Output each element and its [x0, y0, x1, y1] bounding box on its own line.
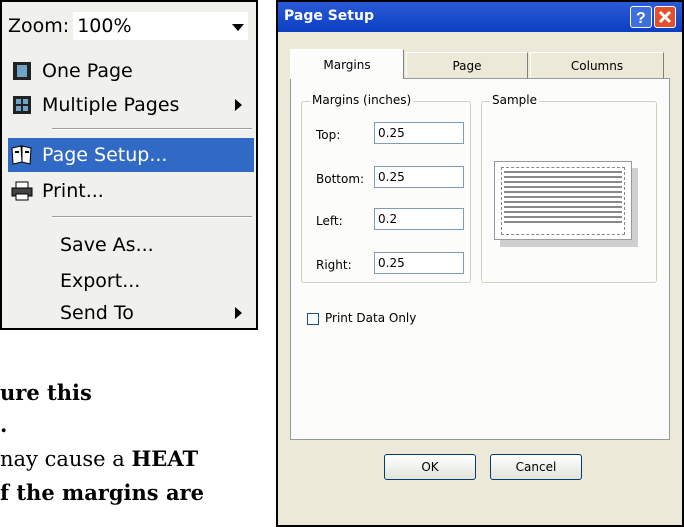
tab-columns[interactable]: Columns [530, 52, 664, 78]
field-value: 0.25 [378, 170, 405, 184]
tab-page[interactable]: Page [406, 52, 528, 78]
bottom-label: Bottom: [316, 172, 365, 186]
caption-line-3: nay cause a HEAT [0, 446, 198, 471]
close-icon [658, 10, 672, 24]
print-data-only-checkbox[interactable] [307, 313, 319, 325]
menu-item-label: Print... [42, 180, 104, 202]
menu-item-label: Multiple Pages [42, 94, 180, 116]
right-label: Right: [316, 258, 352, 272]
menu-item-label: Page Setup... [42, 144, 168, 166]
sample-page-preview [494, 161, 632, 240]
right-margin-input[interactable]: 0.25 [374, 252, 464, 274]
top-label: Top: [316, 128, 341, 142]
menu-item-page-setup[interactable]: Page Setup... [8, 138, 254, 172]
multiple-pages-icon [8, 91, 36, 119]
field-value: 0.25 [378, 256, 405, 270]
close-button[interactable] [654, 6, 676, 28]
tab-margins[interactable]: Margins [290, 49, 404, 79]
dialog-title: Page Setup [284, 8, 374, 24]
top-margin-input[interactable]: 0.25 [374, 122, 464, 144]
menu-item-print[interactable]: Print... [8, 174, 254, 208]
menu-item-label: Export... [60, 270, 141, 292]
help-button[interactable]: ? [630, 6, 652, 28]
one-page-icon [8, 57, 36, 85]
left-label: Left: [316, 214, 343, 228]
menu-item-label: One Page [42, 60, 133, 82]
ok-button[interactable]: OK [384, 454, 476, 480]
caption-emphasis: HEAT [131, 446, 199, 471]
print-data-only-label: Print Data Only [325, 311, 417, 325]
zoom-select[interactable]: 100% [73, 12, 248, 40]
caption-line-1: ure this [0, 380, 92, 405]
caption-text: nay cause a [0, 447, 132, 471]
menu-item-label: Save As... [60, 234, 154, 256]
menu-item-send-to[interactable]: Send To [8, 296, 254, 330]
zoom-control[interactable]: Zoom: 100% [8, 10, 248, 42]
cancel-button[interactable]: Cancel [490, 454, 582, 480]
menu-item-label: Send To [60, 302, 134, 324]
menu-separator [52, 216, 252, 218]
submenu-arrow-icon [235, 307, 242, 319]
field-value: 0.25 [378, 126, 405, 140]
button-label: OK [421, 460, 439, 474]
menu-item-multiple-pages[interactable]: Multiple Pages [8, 88, 254, 122]
sample-margin-outline [501, 167, 625, 235]
dropdown-arrow-icon[interactable] [232, 24, 244, 31]
menu-item-save-as[interactable]: Save As... [8, 228, 254, 262]
menu-separator [52, 128, 252, 130]
zoom-label: Zoom: [8, 15, 70, 37]
page-setup-dialog: Page Setup ? Margins Page Columns Margin… [276, 0, 684, 527]
bottom-margin-input[interactable]: 0.25 [374, 166, 464, 188]
button-label: Cancel [515, 460, 557, 474]
menu-item-export[interactable]: Export... [8, 264, 254, 298]
view-menu: Zoom: 100% One Page Multiple Pages Page … [0, 0, 258, 330]
svg-text:?: ? [636, 10, 646, 27]
sample-group: Sample [481, 93, 657, 283]
submenu-arrow-icon [235, 99, 242, 111]
tab-label: Margins [323, 57, 371, 72]
left-margin-input[interactable]: 0.2 [374, 208, 464, 230]
title-bar[interactable]: Page Setup ? [278, 2, 682, 32]
zoom-value: 100% [77, 15, 132, 37]
printer-icon [8, 177, 36, 205]
caption-line-4: f the margins are [0, 480, 204, 505]
page-setup-icon [8, 141, 36, 169]
tab-panel-margins: Margins (inches) Top: 0.25 Bottom: 0.25 … [290, 78, 670, 440]
menu-item-one-page[interactable]: One Page [8, 54, 254, 88]
tab-strip: Margins Page Columns [290, 49, 670, 79]
tab-label: Page [452, 58, 482, 73]
group-title: Margins (inches) [310, 93, 414, 107]
tab-label: Columns [570, 58, 624, 73]
caption-line-2: . [0, 412, 8, 437]
group-title: Sample [490, 93, 539, 107]
margins-group: Margins (inches) Top: 0.25 Bottom: 0.25 … [301, 93, 471, 283]
field-value: 0.2 [378, 212, 398, 226]
